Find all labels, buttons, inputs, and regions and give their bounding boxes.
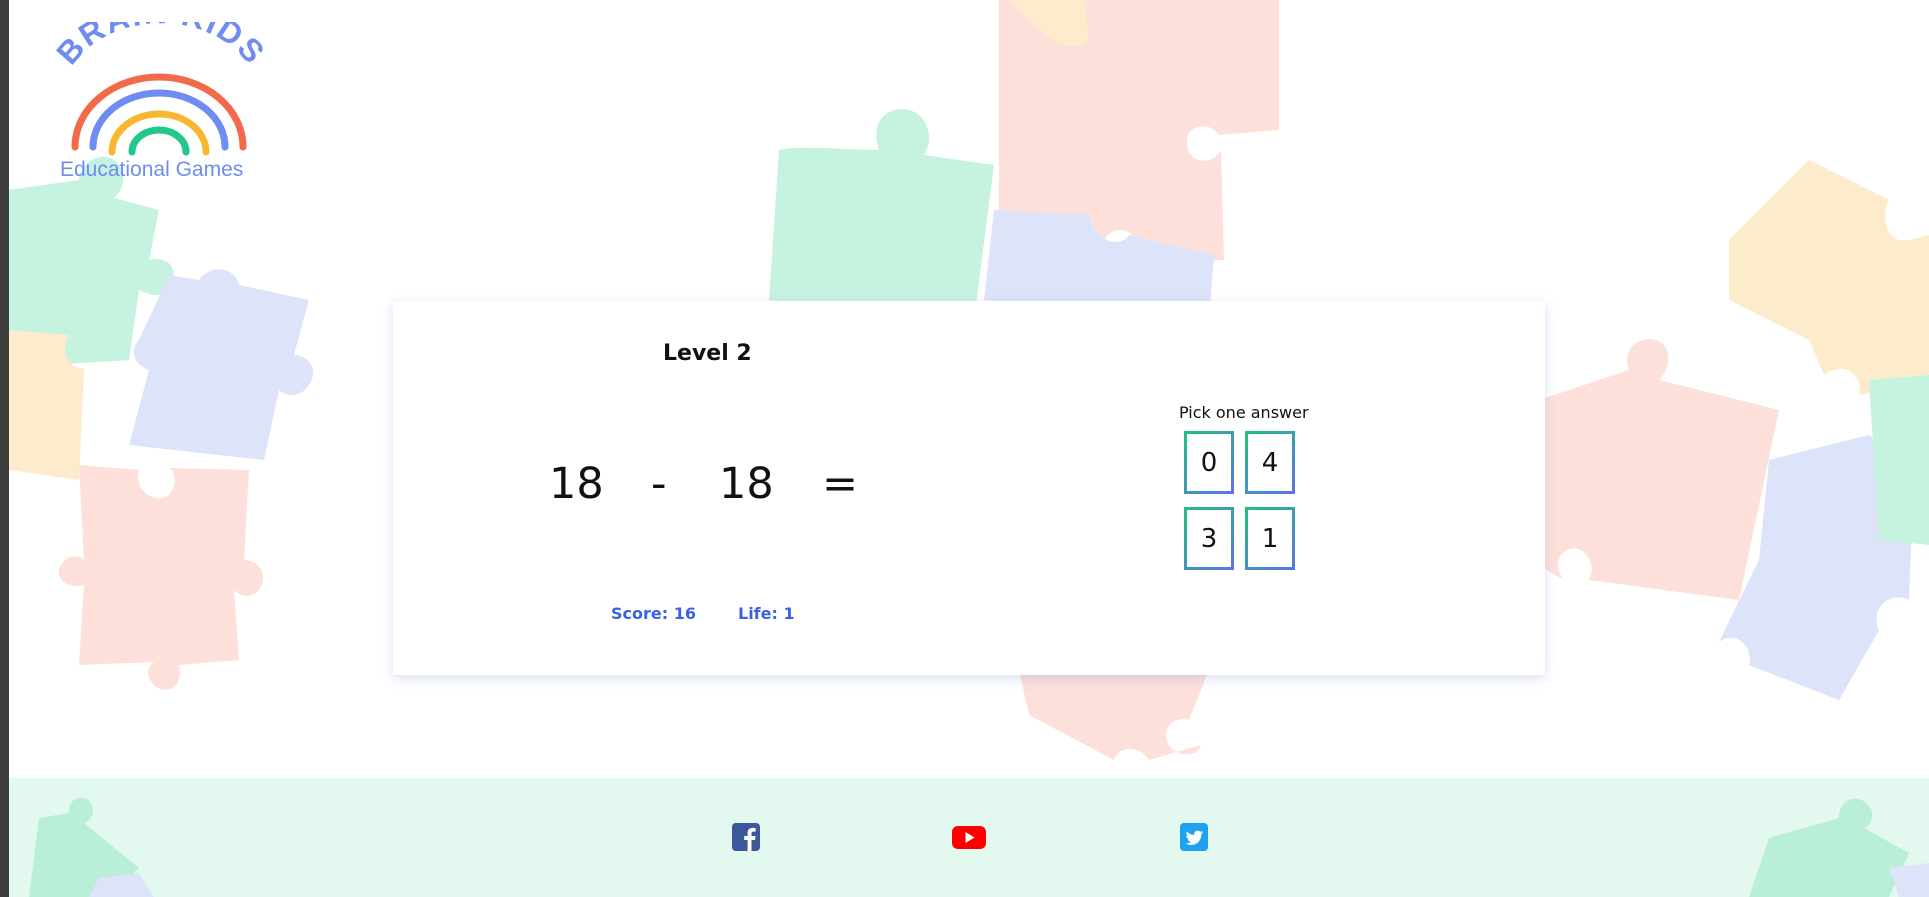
youtube-icon[interactable] xyxy=(951,822,987,852)
answer-option-button[interactable]: 1 xyxy=(1245,507,1295,570)
facebook-icon[interactable] xyxy=(731,822,761,852)
rainbow-logo-icon: BRAIN KIDS xyxy=(49,0,271,156)
answer-option-button[interactable]: 4 xyxy=(1245,431,1295,494)
life-label: Life: 1 xyxy=(738,604,795,623)
answer-grid: 0 4 3 1 xyxy=(1184,431,1296,571)
equation-right-operand: 18 xyxy=(719,459,774,509)
level-label: Level 2 xyxy=(663,341,752,366)
logo-brand-text: BRAIN KIDS xyxy=(49,0,270,71)
svg-text:BRAIN KIDS: BRAIN KIDS xyxy=(50,22,270,71)
answer-option-button[interactable]: 3 xyxy=(1184,507,1234,570)
logo-subtitle: Educational Games xyxy=(60,158,244,181)
equation-equals: = xyxy=(822,459,859,509)
game-card: Level 2 18 - 18 = Score: 16 Life: 1 Pick… xyxy=(393,301,1545,675)
score-label: Score: 16 xyxy=(611,604,696,623)
answer-prompt: Pick one answer xyxy=(1179,403,1309,422)
twitter-icon[interactable] xyxy=(1179,822,1209,852)
window-edge xyxy=(0,0,9,897)
footer xyxy=(9,778,1929,897)
equation-left-operand: 18 xyxy=(549,459,604,509)
equation-operator: - xyxy=(651,459,667,509)
answer-option-button[interactable]: 0 xyxy=(1184,431,1234,494)
